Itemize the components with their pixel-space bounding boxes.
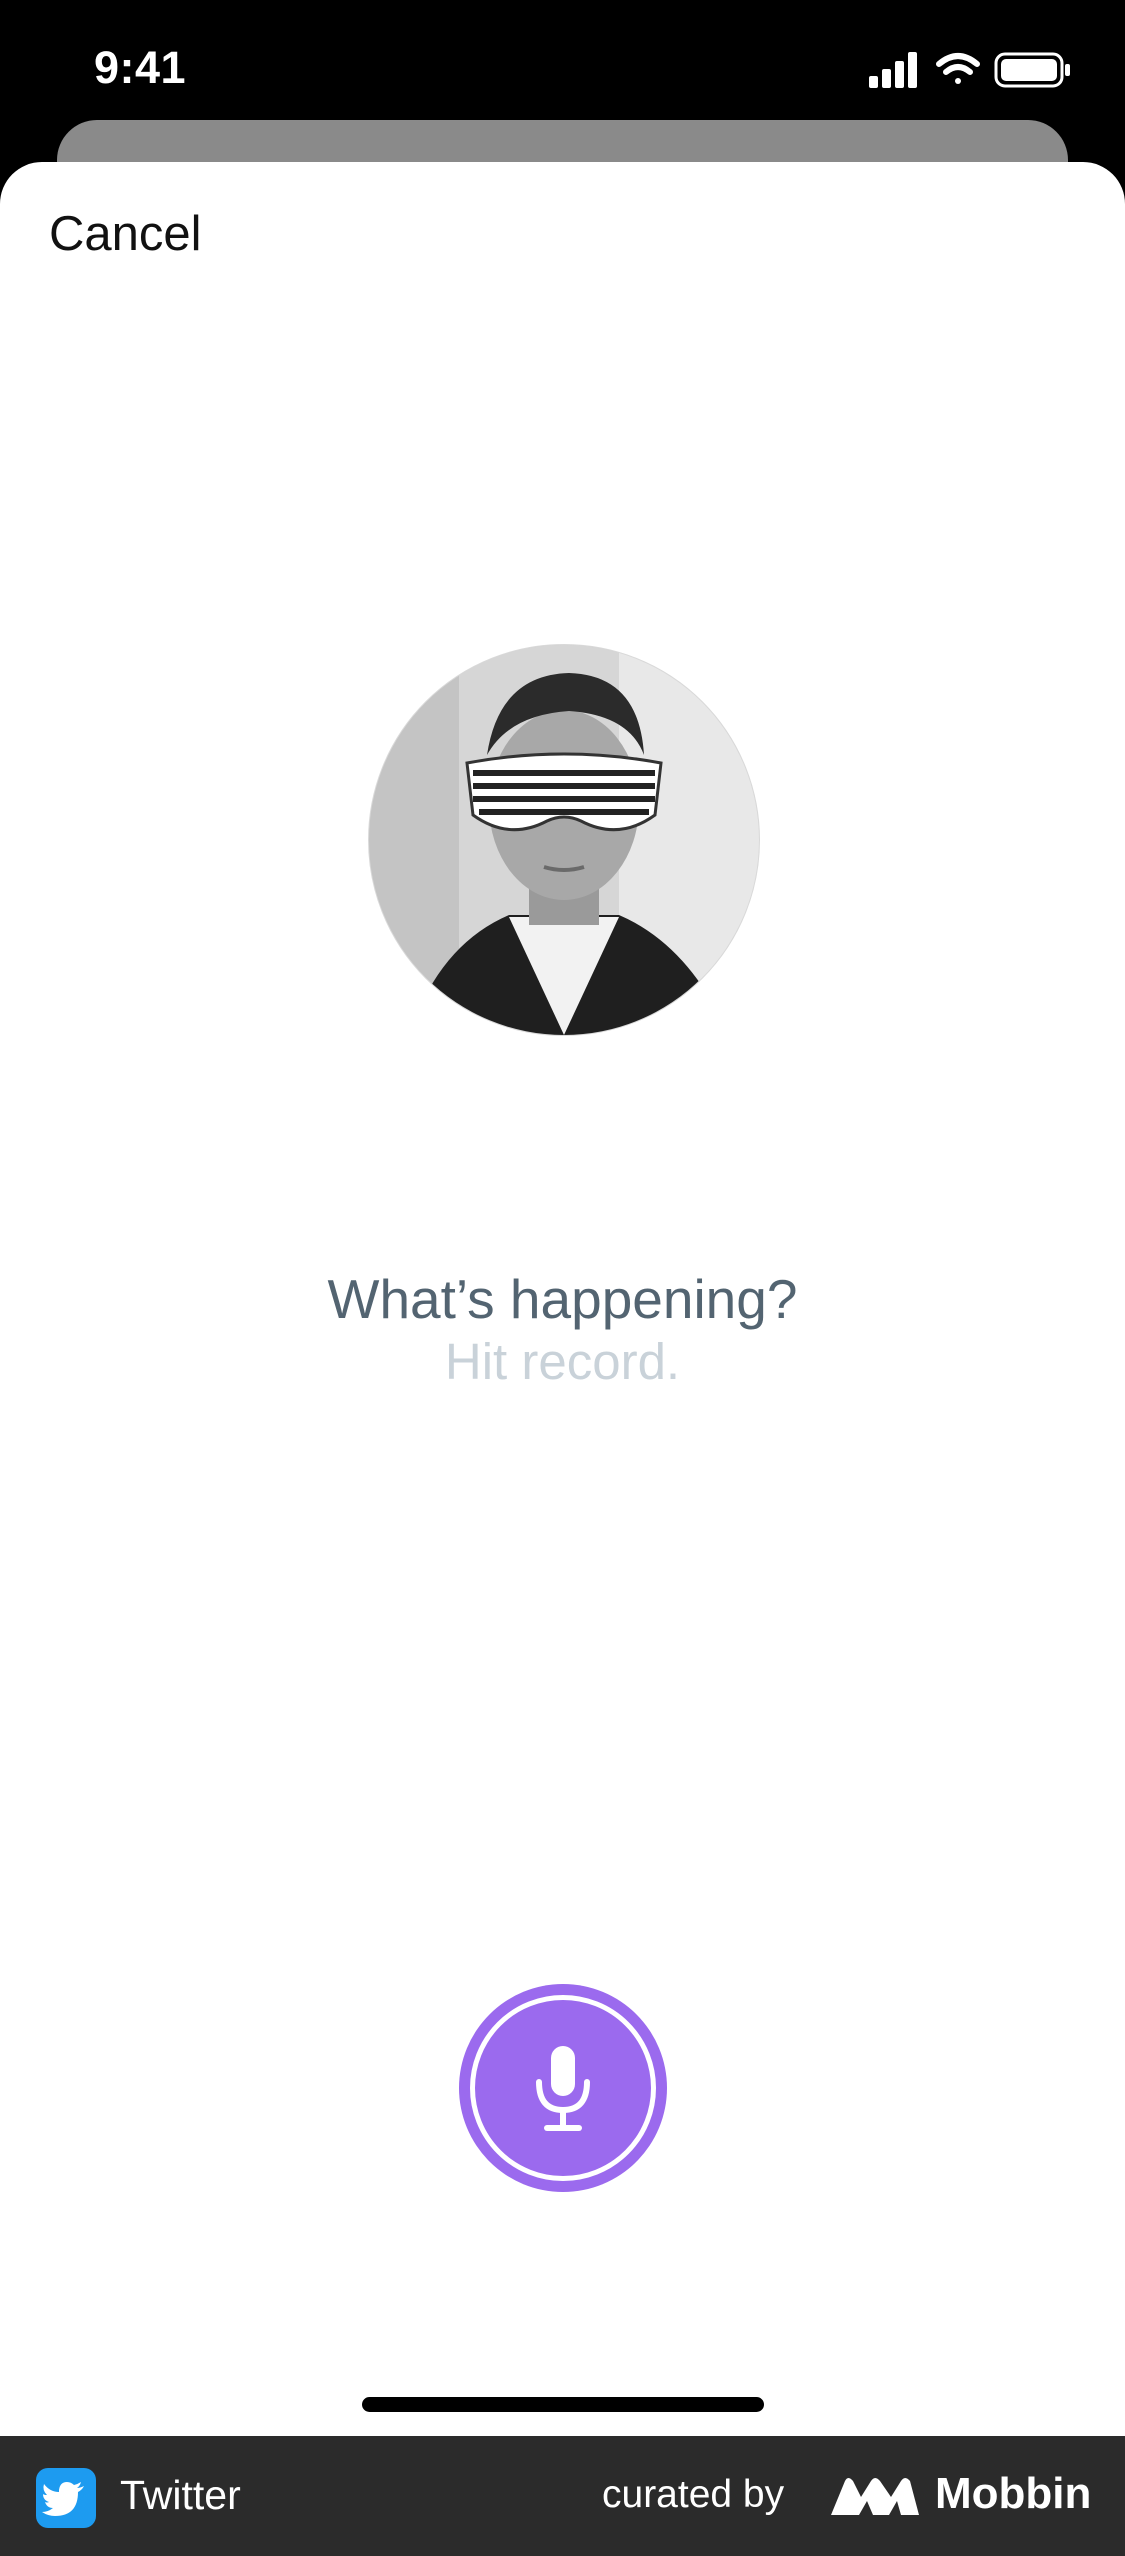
prompt-title: What’s happening?: [327, 1268, 798, 1330]
battery-icon: [994, 52, 1070, 88]
curated-by-label: curated by: [602, 2473, 785, 2516]
cancel-button[interactable]: Cancel: [49, 206, 202, 262]
screen: 9:41 Cancel What’s happening? Hit record…: [0, 0, 1125, 2556]
mobbin-brand: Mobbin: [935, 2469, 1092, 2518]
home-indicator: [362, 2397, 764, 2412]
profile-photo: [369, 645, 759, 1035]
voice-tweet-sheet: Cancel What’s happening? Hit record.: [0, 162, 1125, 2436]
record-button[interactable]: [459, 1984, 667, 2192]
wifi-icon: [936, 53, 980, 84]
sunglasses: [465, 752, 663, 832]
avatar: [368, 644, 760, 1036]
twitter-logo-icon: [36, 2468, 96, 2528]
microphone-icon: [536, 2046, 590, 2131]
footer-bar: Twitter curated by Mobbin: [0, 2436, 1125, 2556]
prompt-subtitle: Hit record.: [444, 1333, 681, 1390]
signal-icon: [869, 52, 917, 88]
status-time: 9:41: [94, 42, 187, 93]
app-name: Twitter: [120, 2472, 241, 2518]
status-icons: [869, 52, 1070, 88]
mobbin-logo-icon: [831, 2478, 919, 2515]
